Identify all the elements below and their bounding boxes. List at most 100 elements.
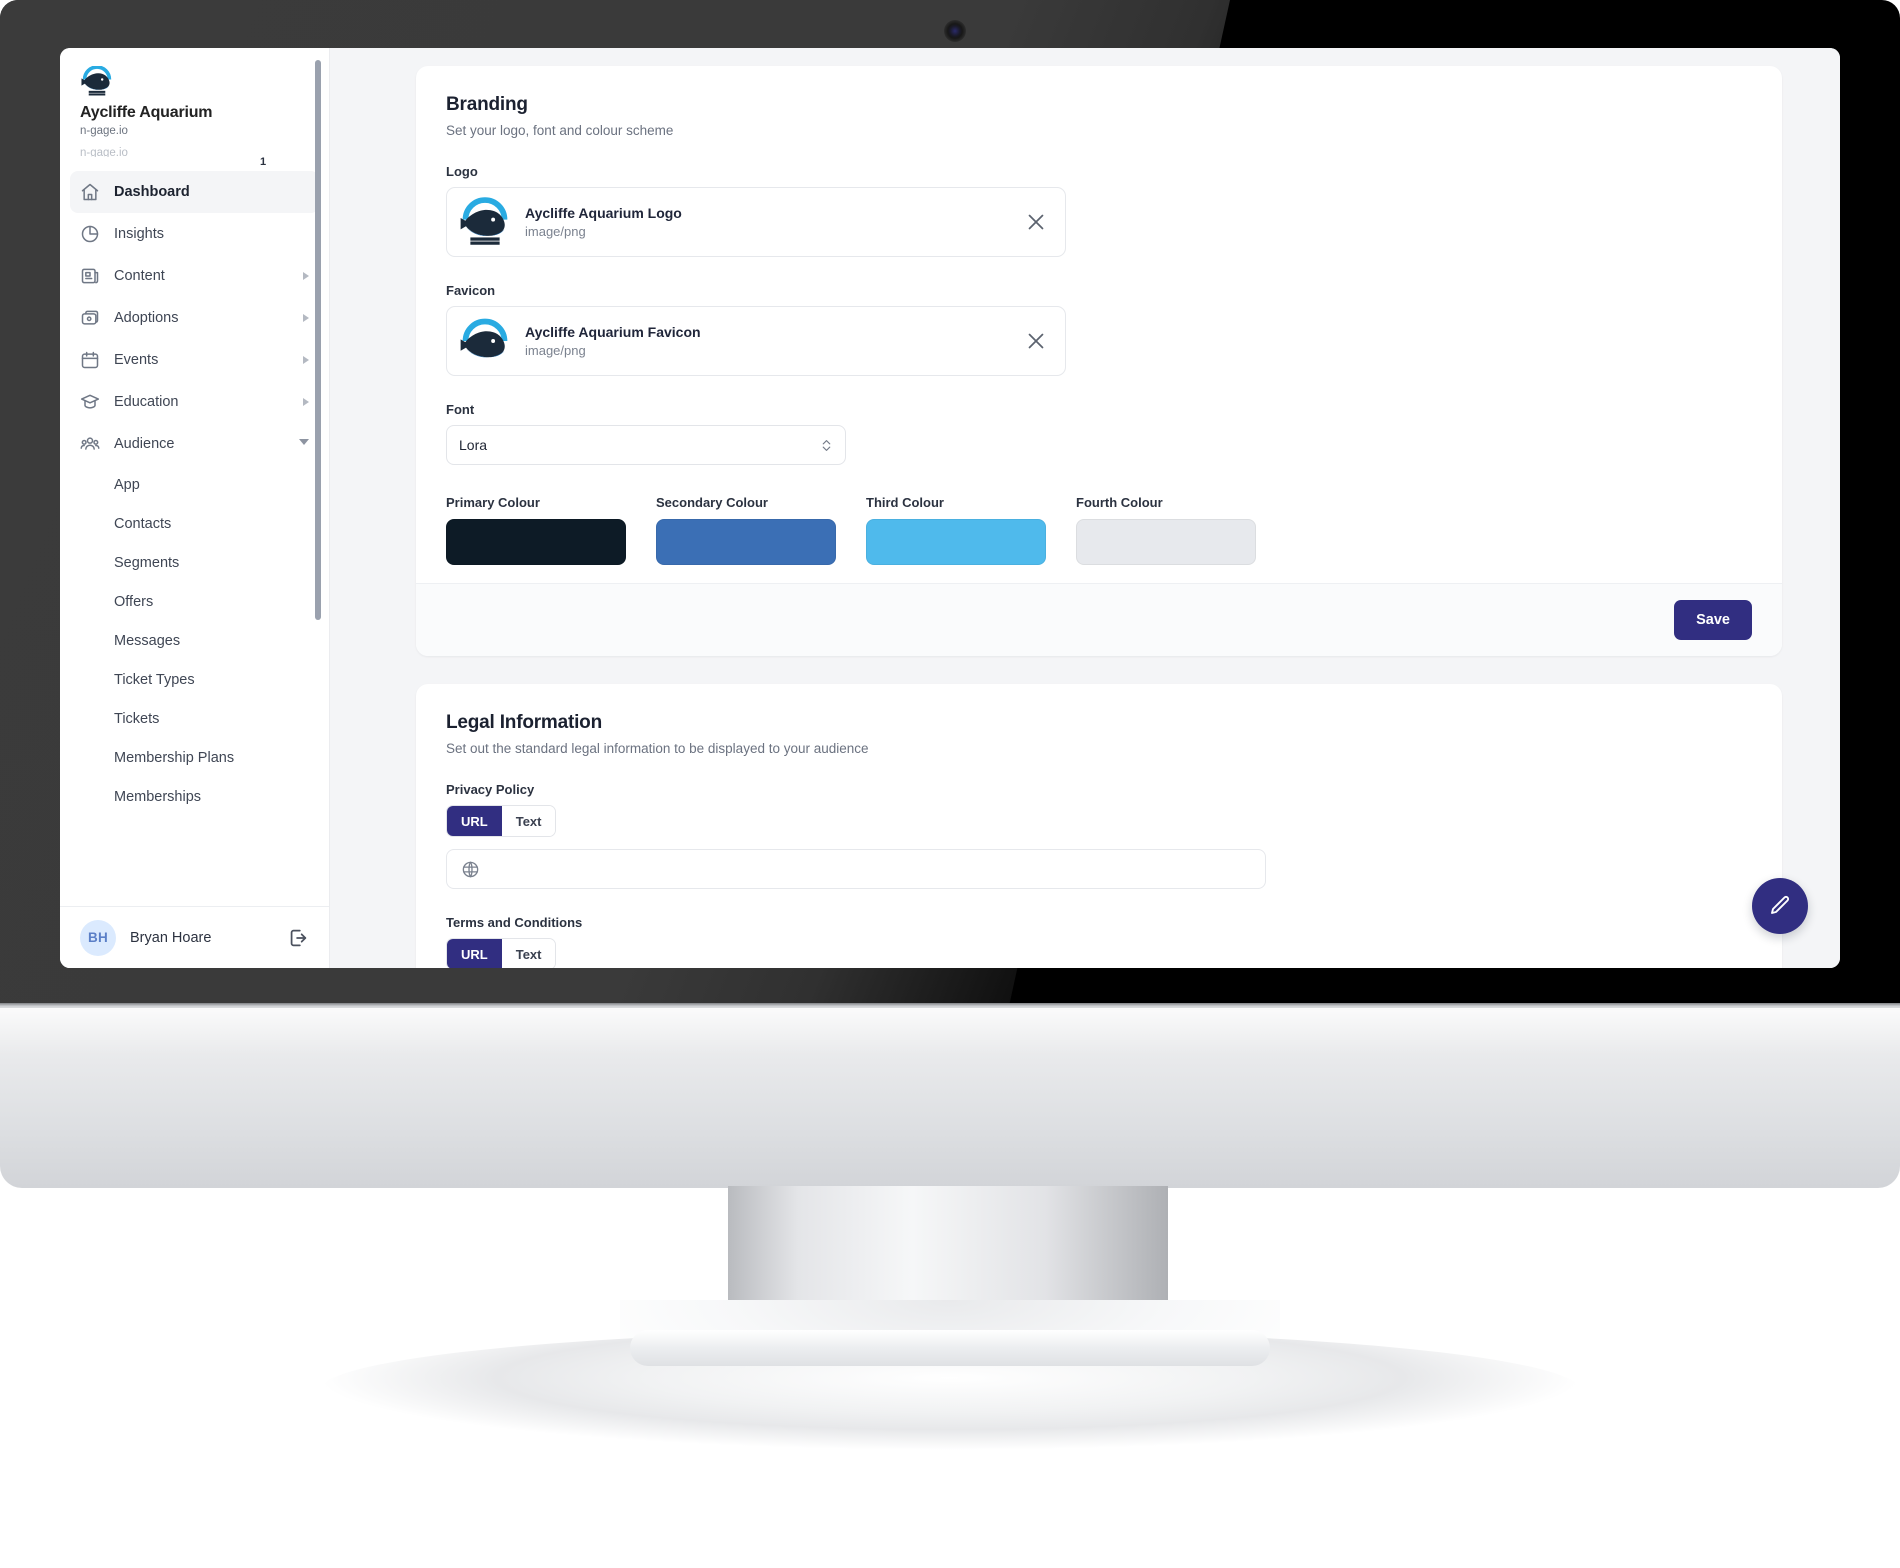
main-content: Branding Set your logo, font and colour … — [330, 48, 1840, 968]
privacy-url-input[interactable] — [490, 861, 1251, 877]
sidebar-item-events[interactable]: Events — [70, 339, 319, 381]
third-colour-group: Third Colour — [866, 495, 1046, 565]
sidebar-subitem-label: Ticket Types — [114, 671, 195, 688]
privacy-url-input-wrapper[interactable] — [446, 849, 1266, 889]
sidebar-item-messages[interactable]: Messages — [70, 621, 319, 660]
sidebar-item-adoptions[interactable]: Adoptions — [70, 297, 319, 339]
save-button[interactable]: Save — [1674, 600, 1752, 640]
privacy-toggle-text[interactable]: Text — [501, 806, 556, 836]
third-colour-swatch[interactable] — [866, 519, 1046, 565]
favicon-thumbnail-icon — [459, 315, 511, 367]
sidebar-item-ticket-types[interactable]: Ticket Types — [70, 660, 319, 699]
logout-icon[interactable] — [287, 927, 309, 949]
logo-file-name: Aycliffe Aquarium Logo — [525, 205, 682, 221]
secondary-colour-label: Secondary Colour — [656, 495, 768, 510]
remove-logo-button[interactable] — [1023, 209, 1049, 235]
monitor-base — [630, 1330, 1270, 1366]
branding-card-body: Branding Set your logo, font and colour … — [416, 66, 1782, 583]
font-label: Font — [446, 402, 475, 417]
favicon-file-name: Aycliffe Aquarium Favicon — [525, 324, 701, 340]
font-select[interactable]: Lora — [446, 425, 846, 465]
terms-toggle-text[interactable]: Text — [501, 939, 556, 968]
sidebar-item-content[interactable]: Content — [70, 255, 319, 297]
sidebar-item-label: Dashboard — [114, 184, 190, 200]
globe-icon — [461, 860, 480, 879]
third-colour-label: Third Colour — [866, 495, 944, 510]
chevron-right-icon — [303, 356, 309, 364]
privacy-toggle-url[interactable]: URL — [447, 806, 502, 836]
avatar: BH — [80, 919, 116, 956]
page-subtitle: Set your logo, font and colour scheme — [446, 123, 674, 138]
terms-toggle: URL Text — [446, 938, 557, 968]
fourth-colour-group: Fourth Colour — [1076, 495, 1256, 565]
favicon-file-meta: Aycliffe Aquarium Favicon image/png — [525, 324, 1009, 358]
sidebar-subitem-label: Messages — [114, 632, 181, 649]
sidebar-item-label: Education — [114, 394, 179, 410]
monitor-chin — [0, 1008, 1900, 1188]
legal-subtitle: Set out the standard legal information t… — [446, 741, 869, 756]
primary-colour-label: Primary Colour — [446, 495, 540, 510]
webcam-icon — [944, 20, 966, 42]
sidebar-item-app[interactable]: App — [70, 465, 319, 504]
sidebar-scrollbar-thumb[interactable] — [315, 60, 321, 620]
legal-title: Legal Information — [446, 712, 602, 733]
sidebar-item-label: Audience — [114, 436, 175, 452]
favicon-label: Favicon — [446, 283, 496, 298]
privacy-policy-toggle: URL Text — [446, 805, 557, 837]
sidebar-item-segments[interactable]: Segments — [70, 543, 319, 582]
logo-thumbnail-icon — [459, 196, 511, 248]
sidebar-fade — [60, 880, 329, 906]
terms-toggle-url[interactable]: URL — [447, 939, 502, 968]
card-icon — [80, 308, 100, 328]
favicon-file-card[interactable]: Aycliffe Aquarium Favicon image/png — [446, 306, 1066, 376]
chevron-down-icon — [299, 439, 309, 449]
font-select-value: Lora — [459, 437, 488, 453]
sidebar-scrollbar-track[interactable] — [315, 54, 325, 886]
page-title: Branding — [446, 94, 528, 115]
user-name: Bryan Hoare — [130, 929, 212, 946]
sidebar-item-insights[interactable]: Insights — [70, 213, 319, 255]
pie-chart-icon — [80, 224, 100, 244]
sidebar-user-footer[interactable]: BH Bryan Hoare — [60, 906, 329, 968]
primary-colour-swatch[interactable] — [446, 519, 626, 565]
imac-mockup: Aycliffe Aquarium n-gage.io n-gage.io 1 … — [0, 0, 1900, 1568]
fourth-colour-label: Fourth Colour — [1076, 495, 1163, 510]
sidebar-item-offers[interactable]: Offers — [70, 582, 319, 621]
terms-label: Terms and Conditions — [446, 915, 583, 930]
edit-fab-button[interactable] — [1752, 878, 1808, 934]
logo-file-type: image/png — [525, 224, 586, 239]
primary-nav: Dashboard Insights Content Adoptions Eve… — [60, 167, 329, 816]
sidebar-subitem-label: Contacts — [114, 515, 172, 532]
sidebar-subitem-label: Memberships — [114, 788, 202, 805]
sidebar-item-education[interactable]: Education — [70, 381, 319, 423]
privacy-policy-label: Privacy Policy — [446, 782, 535, 797]
secondary-colour-swatch[interactable] — [656, 519, 836, 565]
users-icon — [80, 434, 100, 454]
fourth-colour-swatch[interactable] — [1076, 519, 1256, 565]
remove-favicon-button[interactable] — [1023, 328, 1049, 354]
sidebar-item-label: Content — [114, 268, 165, 284]
sidebar-item-memberships[interactable]: Memberships — [70, 777, 319, 816]
sidebar-item-audience[interactable]: Audience — [70, 423, 319, 465]
org-header[interactable]: Aycliffe Aquarium n-gage.io n-gage.io — [60, 48, 329, 167]
org-logo-icon — [80, 65, 114, 96]
chevron-right-icon — [303, 398, 309, 406]
sidebar-item-label: Adoptions — [114, 310, 179, 326]
secondary-colour-group: Secondary Colour — [656, 495, 836, 565]
chevron-up-down-icon — [820, 437, 833, 454]
org-name: Aycliffe Aquarium — [80, 104, 213, 121]
org-domain-ghost: n-gage.io — [80, 147, 128, 157]
sidebar-item-contacts[interactable]: Contacts — [70, 504, 319, 543]
sidebar-item-label: Events — [114, 352, 159, 368]
sidebar-subitem-label: Tickets — [114, 710, 160, 727]
sidebar-item-dashboard[interactable]: Dashboard — [70, 171, 319, 213]
sidebar-item-membership-plans[interactable]: Membership Plans — [70, 738, 319, 777]
org-domain: n-gage.io — [80, 125, 128, 137]
logo-file-card[interactable]: Aycliffe Aquarium Logo image/png — [446, 187, 1066, 257]
sidebar-subitem-label: Offers — [114, 593, 154, 610]
chevron-right-icon — [303, 314, 309, 322]
sidebar-subitem-label: Segments — [114, 554, 180, 571]
logo-file-meta: Aycliffe Aquarium Logo image/png — [525, 205, 1009, 239]
legal-card: Legal Information Set out the standard l… — [416, 684, 1782, 968]
sidebar-item-tickets[interactable]: Tickets — [70, 699, 319, 738]
